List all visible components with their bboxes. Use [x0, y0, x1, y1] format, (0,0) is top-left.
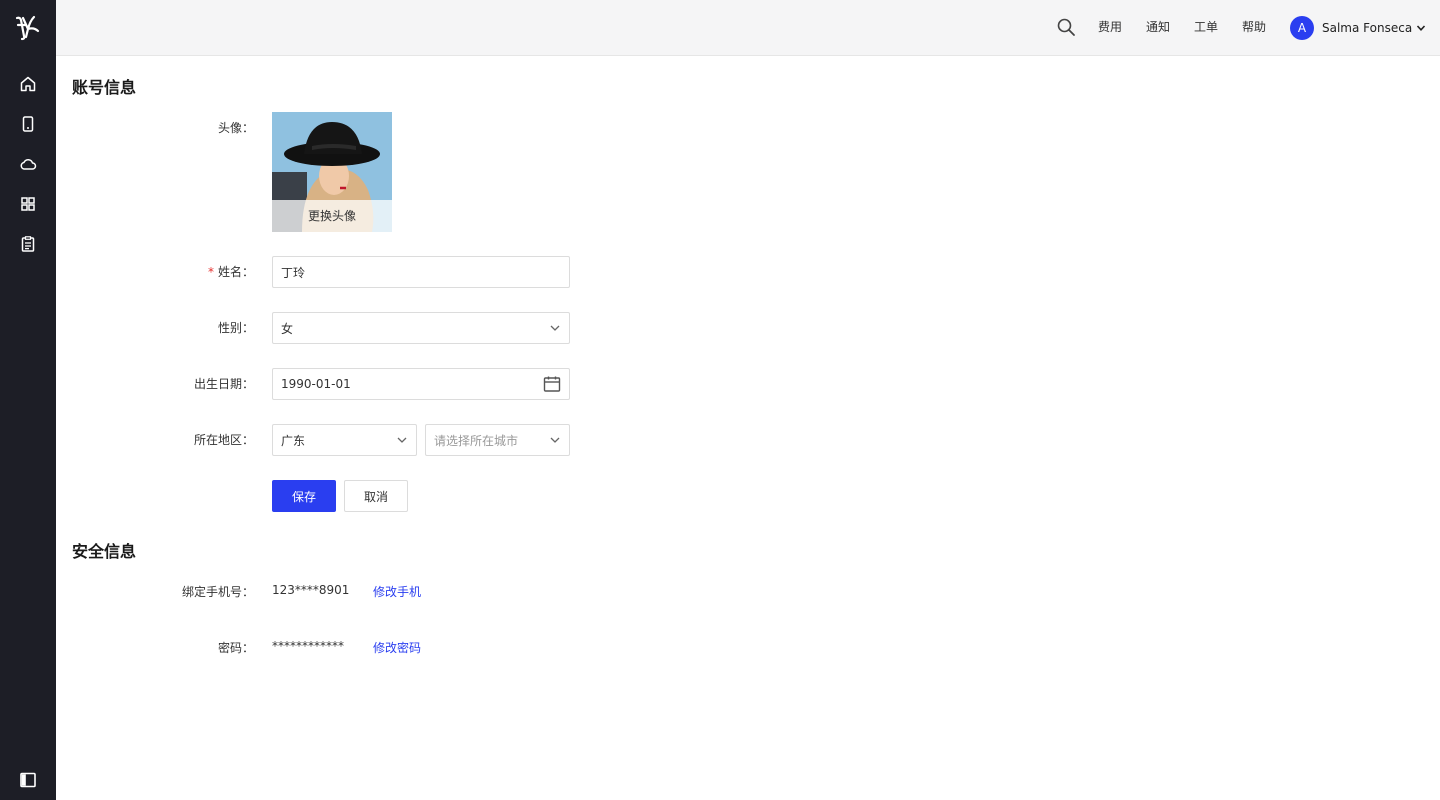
phone-value: 123****8901	[272, 583, 350, 597]
sidebar-item-devices[interactable]	[0, 104, 56, 144]
top-bar: 费用 通知 工单 帮助 A Salma Fonseca	[56, 0, 1440, 56]
birth-date-picker[interactable]: 1990-01-01	[272, 368, 570, 400]
avatar: A	[1290, 16, 1314, 40]
name-label: * 姓名：	[72, 263, 262, 280]
top-link-notifications[interactable]: 通知	[1146, 18, 1170, 36]
province-select[interactable]: 广东	[272, 424, 417, 456]
gender-select[interactable]: 女	[272, 312, 570, 344]
user-menu[interactable]: A Salma Fonseca	[1290, 16, 1426, 40]
security-section-title: 安全信息	[72, 542, 137, 561]
chevron-down-icon	[1417, 25, 1426, 31]
top-link-billing[interactable]: 费用	[1098, 18, 1122, 36]
sidebar-item-cloud[interactable]	[0, 144, 56, 184]
avatar-label: 头像：	[217, 121, 254, 135]
change-phone-link[interactable]: 修改手机	[373, 583, 421, 600]
name-label-text: 姓名：	[217, 265, 254, 279]
save-button[interactable]: 保存	[272, 480, 336, 512]
birth-value: 1990-01-01	[281, 377, 351, 391]
sidebar	[0, 0, 56, 800]
top-link-help[interactable]: 帮助	[1242, 18, 1266, 36]
gender-value: 女	[281, 321, 294, 336]
brand-logo[interactable]	[0, 0, 56, 56]
birth-label: 出生日期：	[193, 377, 254, 391]
required-mark: *	[207, 265, 214, 279]
province-value: 广东	[281, 433, 306, 448]
chevron-down-icon	[397, 437, 407, 443]
sidebar-item-home[interactable]	[0, 64, 56, 104]
sidebar-collapse-icon[interactable]	[18, 770, 38, 790]
user-name: Salma Fonseca	[1322, 21, 1413, 35]
password-label: 密码：	[217, 641, 254, 655]
logo-icon	[15, 15, 40, 41]
calendar-icon[interactable]	[543, 375, 561, 393]
home-icon	[20, 76, 36, 92]
account-section-title: 账号信息	[72, 78, 137, 97]
clipboard-icon	[21, 236, 35, 252]
top-link-tickets[interactable]: 工单	[1194, 18, 1218, 36]
city-select[interactable]: 请选择所在城市	[425, 424, 570, 456]
city-placeholder: 请选择所在城市	[434, 433, 519, 448]
password-value: ************	[272, 639, 344, 653]
apps-grid-icon	[21, 197, 35, 211]
change-avatar-label: 更换头像	[272, 200, 392, 232]
cloud-icon	[20, 158, 37, 170]
chevron-down-icon	[550, 437, 560, 443]
name-input[interactable]: 丁玲	[272, 256, 570, 288]
phone-label: 绑定手机号：	[181, 585, 254, 599]
name-value: 丁玲	[281, 265, 306, 280]
change-password-link[interactable]: 修改密码	[373, 639, 421, 656]
avatar-upload[interactable]: 更换头像	[272, 112, 392, 232]
cancel-button[interactable]: 取消	[344, 480, 408, 512]
search-icon[interactable]	[1056, 17, 1076, 37]
region-label: 所在地区：	[193, 433, 254, 447]
chevron-down-icon	[550, 325, 560, 331]
sidebar-item-apps[interactable]	[0, 184, 56, 224]
sidebar-item-tasks[interactable]	[0, 224, 56, 264]
gender-label: 性别：	[217, 321, 254, 335]
mobile-icon	[22, 116, 34, 132]
